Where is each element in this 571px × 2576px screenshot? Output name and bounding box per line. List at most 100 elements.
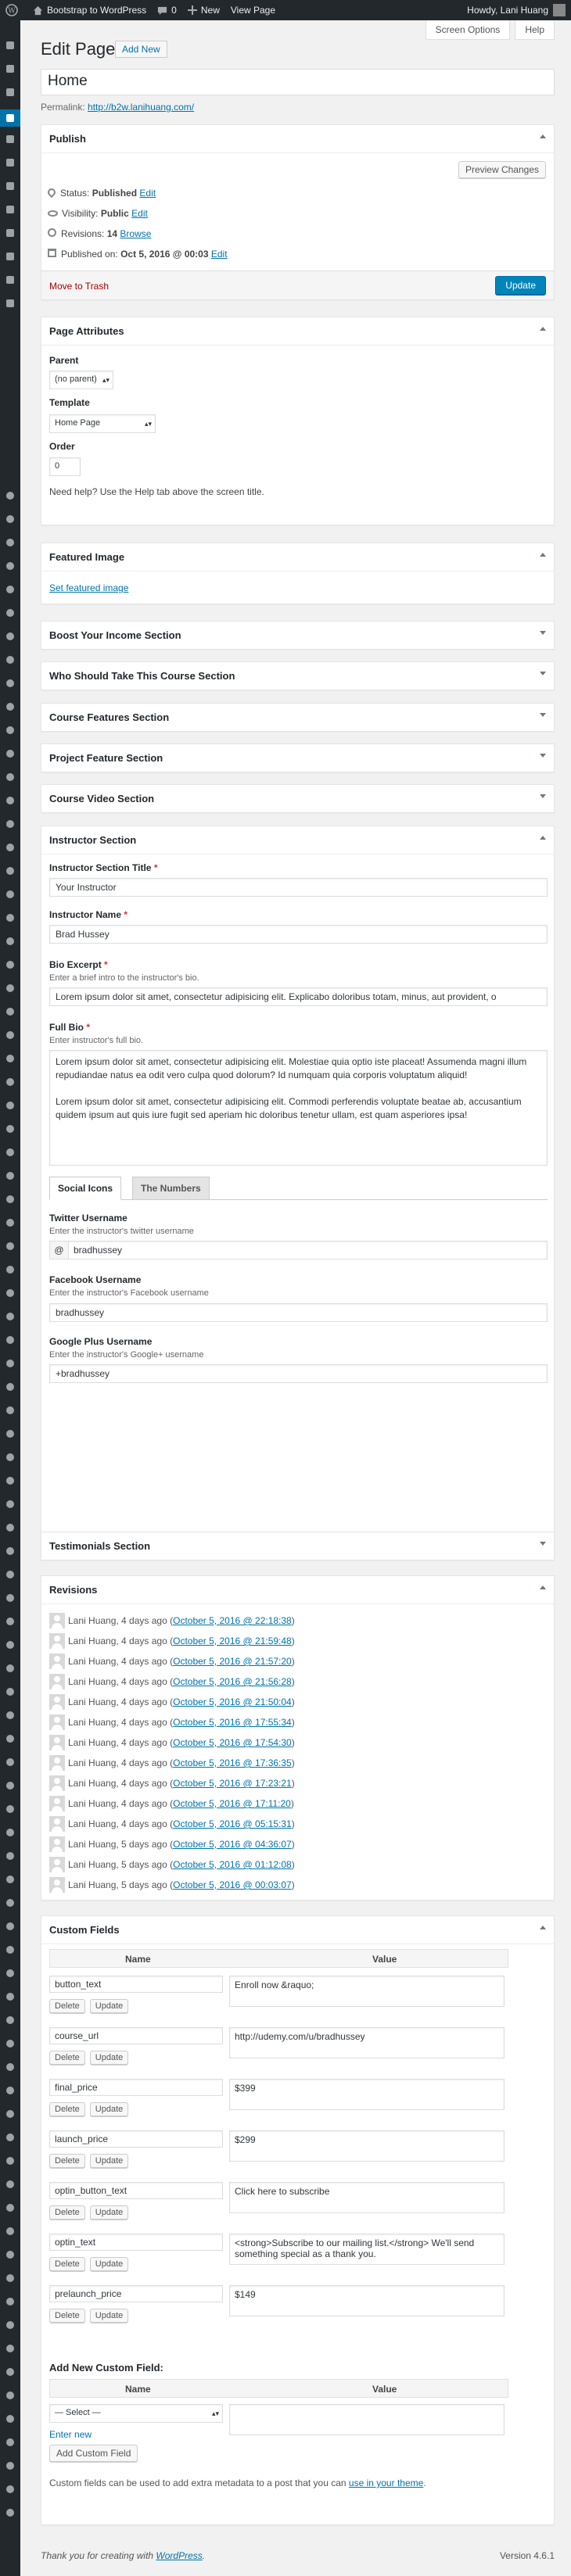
menu-icon[interactable] [4, 2037, 16, 2050]
revision-date-link[interactable]: October 5, 2016 @ 00:03:07 [173, 1879, 292, 1890]
update-field-button[interactable]: Update [89, 1999, 129, 2013]
plugins-icon[interactable] [4, 180, 16, 192]
menu-icon[interactable] [4, 630, 16, 643]
menu-icon[interactable] [4, 2413, 16, 2425]
menu-icon[interactable] [4, 607, 16, 619]
menu-icon[interactable] [4, 724, 16, 736]
custom-field-key-input[interactable]: course_url [49, 2027, 223, 2044]
custom-field-key-input[interactable]: optin_button_text [49, 2182, 223, 2199]
instructor-title-input[interactable]: Your Instructor [49, 878, 548, 897]
menu-icon[interactable] [4, 2131, 16, 2144]
dashboard-icon[interactable] [4, 39, 16, 52]
preview-changes-button[interactable]: Preview Changes [458, 161, 546, 178]
menu-icon[interactable] [4, 1732, 16, 1745]
menu-icon[interactable] [4, 1451, 16, 1464]
toggle-arrow-icon[interactable] [540, 672, 546, 675]
menu-icon[interactable] [4, 912, 16, 924]
custom-field-key-input[interactable]: optin_text [49, 2234, 223, 2251]
custom-field-key-input[interactable]: launch_price [49, 2130, 223, 2148]
account-menu[interactable]: Howdy, Lani Huang [461, 0, 571, 20]
permalink-url[interactable]: http://b2w.lanihuang.com/ [88, 102, 194, 113]
menu-icon[interactable] [4, 1967, 16, 1979]
menu-icon[interactable] [4, 2319, 16, 2331]
menu-icon[interactable] [4, 841, 16, 854]
toggle-arrow-icon[interactable] [540, 134, 546, 138]
menu-icon[interactable] [4, 1639, 16, 1651]
menu-icon[interactable] [4, 1146, 16, 1159]
menu-icon[interactable] [4, 2366, 16, 2378]
toggle-arrow-icon[interactable] [540, 713, 546, 717]
menu-icon[interactable] [4, 747, 16, 760]
revision-date-link[interactable]: October 5, 2016 @ 21:56:28 [173, 1676, 292, 1687]
update-field-button[interactable]: Update [89, 2309, 129, 2323]
menu-icon[interactable] [4, 2061, 16, 2073]
menu-icon[interactable] [4, 1052, 16, 1065]
set-featured-image-link[interactable]: Set featured image [49, 582, 128, 593]
browse-revisions-link[interactable]: Browse [120, 228, 151, 239]
revision-date-link[interactable]: October 5, 2016 @ 17:54:30 [173, 1737, 292, 1748]
menu-icon[interactable] [4, 2460, 16, 2472]
menu-icon[interactable] [4, 700, 16, 713]
menu-icon[interactable] [4, 1099, 16, 1112]
collapse-icon[interactable] [4, 297, 16, 310]
menu-icon[interactable] [4, 1756, 16, 1768]
wp-logo-icon[interactable]: W [0, 0, 27, 20]
menu-icon[interactable] [4, 1428, 16, 1440]
menu-icon[interactable] [4, 935, 16, 948]
custom-field-key-select[interactable]: — Select — ▴▾ [49, 2404, 223, 2423]
template-select[interactable]: Home Page ▴▾ [49, 414, 156, 433]
menu-icon[interactable] [4, 1029, 16, 1041]
menu-icon[interactable] [4, 771, 16, 783]
revision-date-link[interactable]: October 5, 2016 @ 22:18:38 [173, 1615, 292, 1626]
menu-icon[interactable] [4, 1076, 16, 1088]
custom-field-value-textarea[interactable]: $399 [229, 2079, 505, 2110]
menu-icon[interactable] [4, 1990, 16, 2003]
custom-field-key-input[interactable]: prelaunch_price [49, 2285, 223, 2302]
custom-field-value-textarea[interactable]: $149 [229, 2285, 505, 2316]
edit-status-link[interactable]: Edit [139, 188, 156, 199]
toggle-arrow-icon[interactable] [540, 836, 546, 840]
menu-icon[interactable] [4, 2483, 16, 2495]
menu-icon[interactable] [4, 1897, 16, 1909]
menu-icon[interactable] [4, 1287, 16, 1299]
update-field-button[interactable]: Update [89, 2205, 129, 2220]
menu-icon[interactable] [4, 1310, 16, 1323]
menu-icon[interactable] [4, 1334, 16, 1346]
menu-icon[interactable] [4, 2178, 16, 2191]
menu-icon[interactable] [4, 677, 16, 690]
menu-icon[interactable] [4, 982, 16, 994]
revision-date-link[interactable]: October 5, 2016 @ 17:55:34 [173, 1717, 292, 1728]
full-bio-textarea[interactable]: Lorem ipsum dolor sit amet, consectetur … [49, 1050, 548, 1166]
pages-icon[interactable] [0, 109, 20, 127]
menu-icon[interactable] [4, 1826, 16, 1839]
menu-icon[interactable] [4, 1662, 16, 1675]
menu-icon[interactable] [4, 1357, 16, 1370]
users-icon[interactable] [4, 203, 16, 216]
custom-field-value-textarea[interactable]: Enroll now &raquo; [229, 1976, 505, 2007]
menu-icon[interactable] [4, 1920, 16, 1933]
toggle-arrow-icon[interactable] [540, 794, 546, 798]
media-icon[interactable] [4, 86, 16, 99]
menu-icon[interactable] [4, 560, 16, 572]
use-in-theme-link[interactable]: use in your theme [349, 2477, 423, 2488]
menu-icon[interactable] [4, 888, 16, 901]
menu-icon[interactable] [4, 654, 16, 666]
custom-field-value-textarea[interactable]: Click here to subscribe [229, 2182, 505, 2213]
custom-field-value-textarea[interactable]: $299 [229, 2130, 505, 2162]
revision-date-link[interactable]: October 5, 2016 @ 05:15:31 [173, 1818, 292, 1829]
menu-icon[interactable] [4, 1193, 16, 1206]
tab-the-numbers[interactable]: The Numbers [132, 1177, 210, 1200]
delete-field-button[interactable]: Delete [49, 2309, 85, 2323]
comments-icon[interactable] [4, 133, 16, 145]
update-field-button[interactable]: Update [89, 2154, 129, 2168]
custom-field-value-input[interactable] [229, 2404, 505, 2435]
menu-icon[interactable] [4, 583, 16, 596]
help-tab[interactable]: Help [515, 20, 555, 40]
facebook-input[interactable]: bradhussey [49, 1303, 548, 1322]
menu-icon[interactable] [4, 489, 16, 502]
menu-icon[interactable] [4, 1263, 16, 1276]
menu-icon[interactable] [4, 1216, 16, 1229]
menu-icon[interactable] [4, 2084, 16, 2097]
delete-field-button[interactable]: Delete [49, 2205, 85, 2220]
tab-social-icons[interactable]: Social Icons [49, 1177, 122, 1200]
